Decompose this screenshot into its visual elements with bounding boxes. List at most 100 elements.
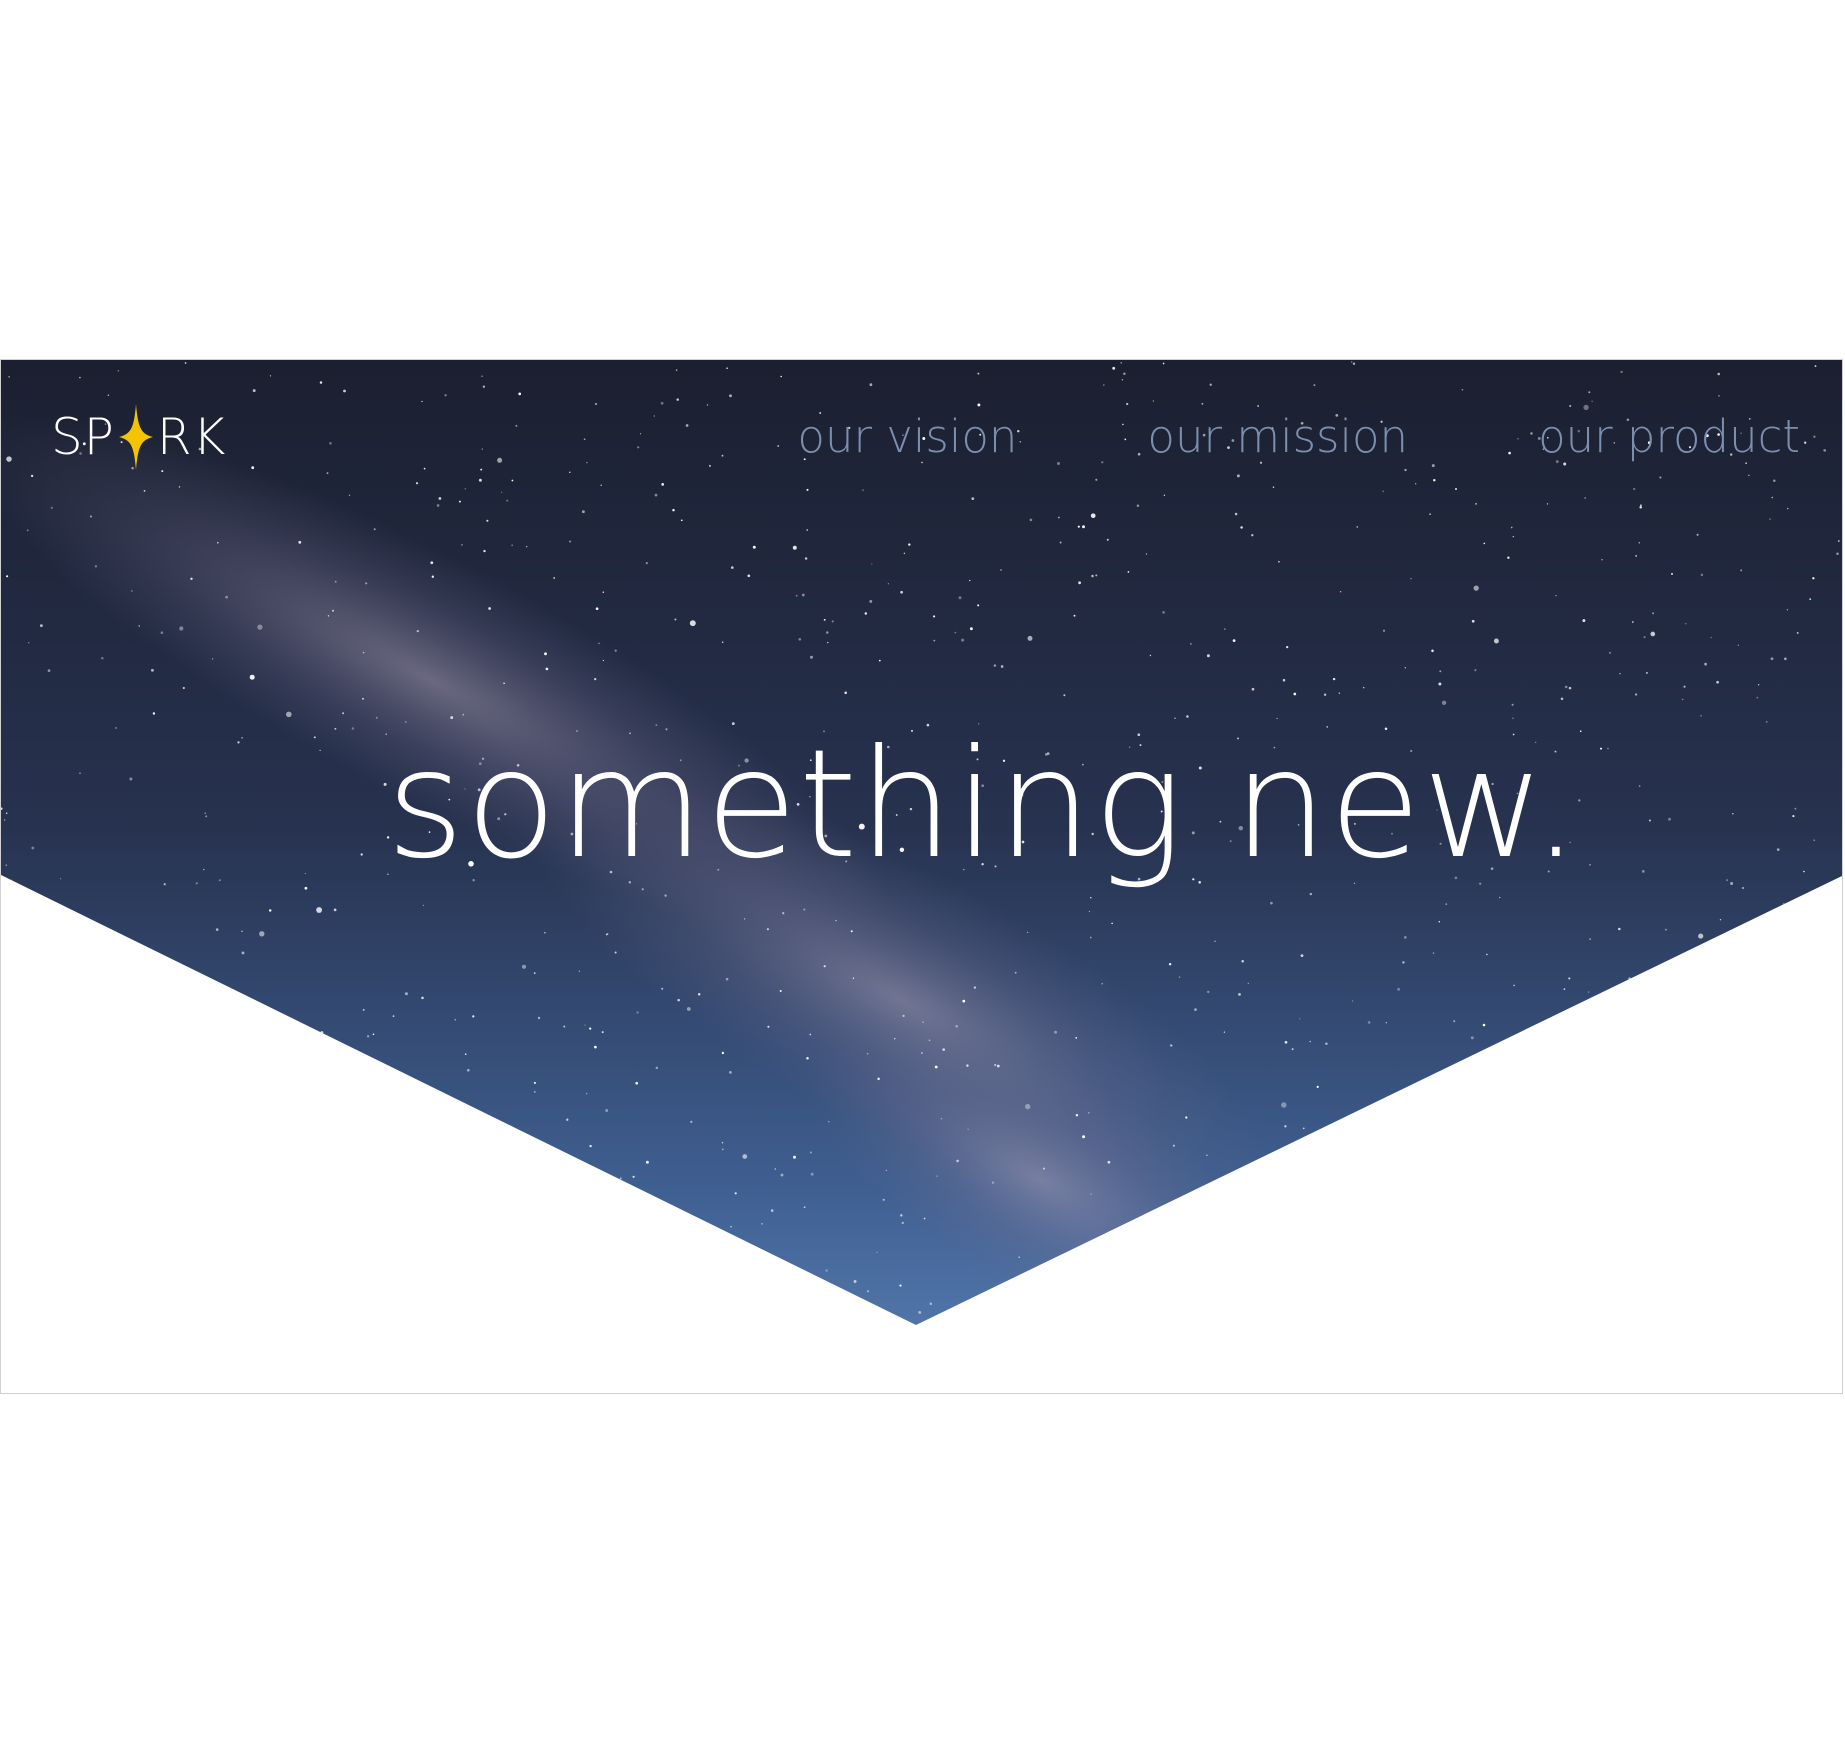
- nav-link-our-product[interactable]: our product: [1538, 410, 1800, 463]
- star: [108, 1042, 111, 1044]
- star: [392, 1015, 395, 1017]
- star: [1809, 1123, 1811, 1126]
- star: [529, 1241, 533, 1244]
- star: [530, 1156, 534, 1160]
- star: [362, 697, 364, 700]
- star: [251, 1150, 253, 1153]
- star: [169, 1081, 172, 1085]
- star: [1731, 996, 1734, 1000]
- star: [1431, 464, 1435, 468]
- star: [28, 642, 30, 644]
- star: [1771, 496, 1774, 499]
- star: [961, 638, 965, 642]
- star: [885, 1169, 888, 1172]
- star: [1634, 693, 1638, 696]
- star: [1209, 383, 1212, 386]
- star: [1278, 560, 1280, 563]
- star: [1194, 1008, 1197, 1011]
- star: [1054, 1273, 1057, 1276]
- star: [413, 1152, 416, 1155]
- star: [962, 999, 966, 1003]
- star: [472, 1295, 476, 1299]
- star: [869, 599, 873, 603]
- star: [1339, 591, 1342, 593]
- star: [1190, 643, 1192, 645]
- star: [1727, 1305, 1730, 1308]
- star: [766, 928, 769, 931]
- star: [1808, 1168, 1811, 1171]
- star: [69, 1317, 72, 1319]
- star: [1217, 1250, 1221, 1254]
- star: [586, 461, 588, 464]
- star: [566, 1118, 569, 1121]
- star: [347, 1295, 350, 1299]
- star: [1513, 984, 1515, 987]
- star: [1194, 1262, 1198, 1265]
- star: [366, 1035, 370, 1038]
- star: [165, 1012, 167, 1015]
- star: [1796, 631, 1799, 634]
- star: [831, 620, 834, 623]
- star: [1054, 1030, 1058, 1034]
- star: [150, 668, 154, 672]
- star: [1564, 685, 1568, 689]
- star: [319, 1099, 322, 1102]
- star: [942, 1048, 945, 1051]
- star: [112, 985, 115, 988]
- star: [661, 987, 664, 990]
- star: [356, 1294, 360, 1297]
- star: [375, 716, 378, 719]
- brand-logo[interactable]: SP RK: [51, 402, 226, 472]
- star: [1613, 1239, 1618, 1243]
- star: [921, 1052, 923, 1054]
- nav-link-our-vision[interactable]: our vision: [797, 410, 1017, 463]
- star: [1059, 541, 1062, 544]
- star: [1316, 1085, 1319, 1088]
- star: [341, 1280, 344, 1283]
- star: [348, 494, 351, 496]
- star: [908, 543, 911, 546]
- nav-link-our-mission[interactable]: our mission: [1147, 410, 1408, 463]
- star: [1432, 952, 1435, 954]
- star: [928, 1039, 931, 1042]
- star: [483, 549, 486, 553]
- star: [645, 561, 648, 565]
- star: [1461, 388, 1464, 391]
- star: [1833, 909, 1836, 911]
- star: [1691, 1139, 1693, 1142]
- star: [1088, 910, 1091, 913]
- star: [1691, 1172, 1694, 1174]
- star: [117, 370, 120, 372]
- star: [804, 557, 808, 560]
- star: [251, 466, 255, 470]
- star: [1603, 991, 1606, 995]
- star: [876, 1251, 878, 1254]
- star: [1683, 1174, 1686, 1178]
- star: [1673, 1179, 1676, 1182]
- star: [5, 812, 8, 814]
- star: [686, 1007, 691, 1011]
- star: [1568, 686, 1572, 690]
- star: [82, 1231, 85, 1234]
- star: [466, 1068, 470, 1072]
- star: [421, 996, 424, 1000]
- star: [67, 1090, 70, 1093]
- star: [605, 1175, 607, 1178]
- star: [1223, 628, 1226, 630]
- star: [1162, 362, 1165, 365]
- star: [614, 951, 617, 954]
- star: [1220, 1186, 1223, 1189]
- star: [1082, 1135, 1086, 1139]
- star: [1352, 1160, 1354, 1162]
- star: [1169, 1044, 1173, 1047]
- star: [1257, 405, 1259, 407]
- star: [216, 541, 219, 544]
- star: [762, 1275, 766, 1279]
- star: [1645, 671, 1648, 674]
- star: [1027, 635, 1033, 641]
- star: [918, 1311, 922, 1314]
- star: [1236, 474, 1240, 478]
- star: [1284, 1125, 1287, 1128]
- star: [423, 467, 426, 470]
- star: [1740, 569, 1743, 572]
